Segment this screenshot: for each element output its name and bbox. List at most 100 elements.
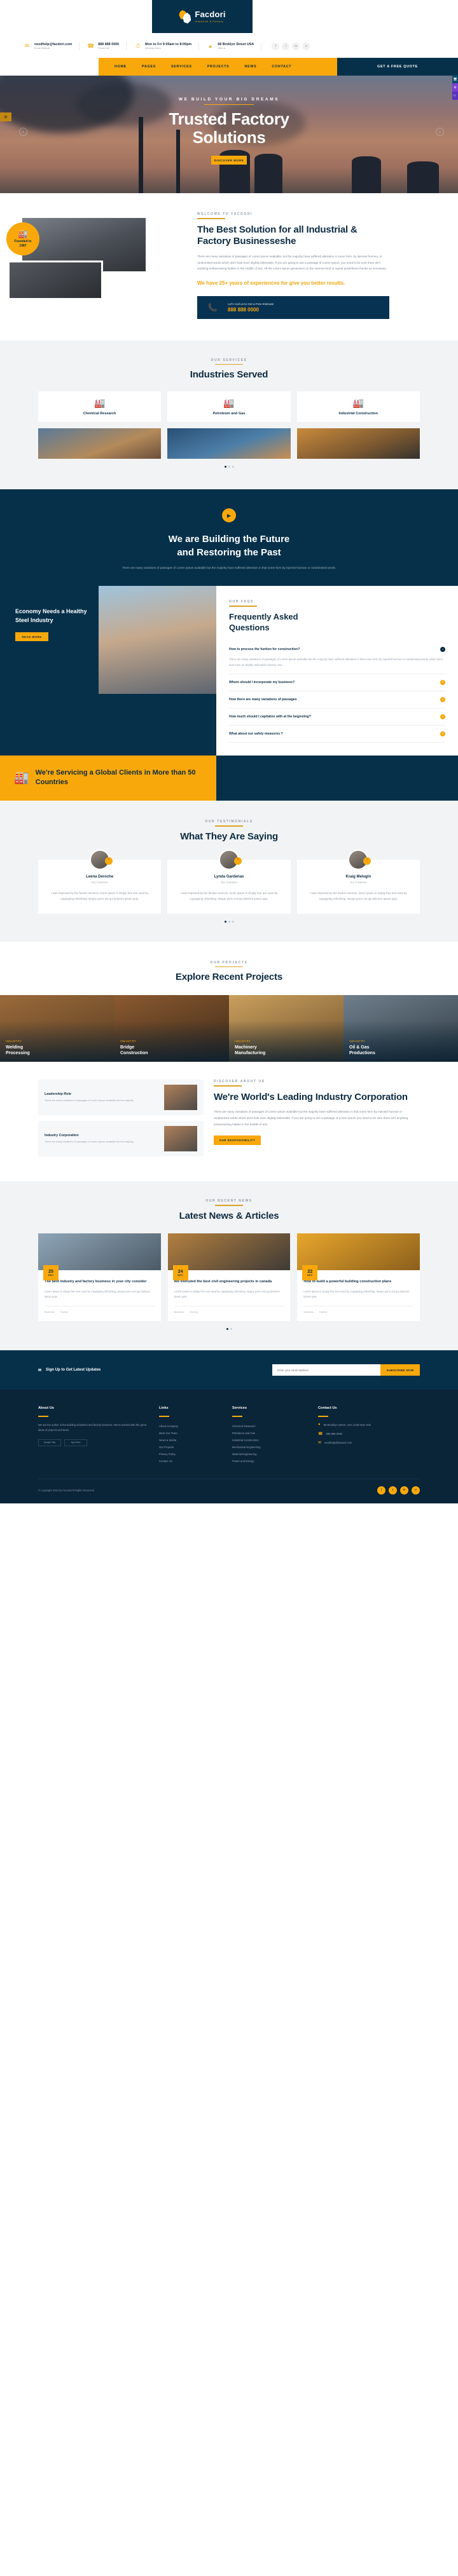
gallery-image[interactable] xyxy=(38,428,162,459)
facebook-icon[interactable]: f xyxy=(272,42,280,50)
news-pagination[interactable] xyxy=(38,1328,420,1331)
plus-icon[interactable]: + xyxy=(440,731,445,736)
gallery-pagination[interactable] xyxy=(38,466,420,468)
plus-icon[interactable]: + xyxy=(440,679,445,685)
footer-about-heading: About Us xyxy=(38,1406,54,1411)
nav-item-projects[interactable]: PROJECTS xyxy=(207,65,230,69)
gallery-image[interactable] xyxy=(167,428,291,459)
leadership-card[interactable]: Industry Corporation There are many vari… xyxy=(38,1121,204,1157)
footer-link[interactable]: About Company xyxy=(159,1423,219,1430)
project-card[interactable]: INDUSTRY Bridge Construction xyxy=(114,995,229,1062)
footer-link[interactable]: Privacy Policy xyxy=(159,1451,219,1458)
twitter-icon[interactable]: t xyxy=(282,42,290,50)
footer-service-link[interactable]: Material Engineering xyxy=(232,1451,305,1458)
dot-2[interactable] xyxy=(230,1328,232,1331)
footer-phone[interactable]: ☎ 888 888 0000 xyxy=(318,1432,420,1436)
faq-item[interactable]: What about our safety measures ? + xyxy=(229,726,445,743)
project-card[interactable]: INDUSTRY Oil & Gas Productions xyxy=(344,995,458,1062)
news-card[interactable]: 22 DEC How to build a powerful building … xyxy=(297,1233,420,1322)
footer-link[interactable]: News & Media xyxy=(159,1437,219,1444)
news-card-title[interactable]: We executed the best civil engineering p… xyxy=(174,1279,284,1284)
facebook-icon[interactable]: f xyxy=(377,1486,385,1495)
dot-2[interactable] xyxy=(228,466,230,468)
info-item-email[interactable]: ✉ needhelp@facdori.com Email address xyxy=(9,42,80,50)
instagram-icon[interactable]: o xyxy=(302,42,310,50)
news-tag[interactable]: Factory xyxy=(60,1311,68,1313)
call-estimate-card[interactable]: 📞 Let's Call us to Get a Free Estimate 8… xyxy=(197,295,389,319)
footer-service-link[interactable]: Power and Energy xyxy=(232,1458,305,1465)
location-icon: ● xyxy=(318,1422,321,1427)
footer-service-link[interactable]: Industrial Construction xyxy=(232,1437,305,1444)
dot-1[interactable] xyxy=(226,1328,228,1331)
dot-3[interactable] xyxy=(232,466,234,468)
linkedin-icon[interactable]: in xyxy=(400,1486,408,1495)
news-tag[interactable]: Factory xyxy=(319,1311,328,1313)
news-card-title[interactable]: The best industry and factory business i… xyxy=(45,1279,155,1284)
side-tab-strip[interactable]: 🖥 ⚙ 🛒 xyxy=(452,75,458,100)
faq-item[interactable]: How much should I capitalize with at the… xyxy=(229,708,445,726)
news-tag[interactable]: Factory xyxy=(190,1311,198,1313)
hero-discover-button[interactable]: DISCOVER MORE xyxy=(211,156,247,165)
dot-3[interactable] xyxy=(232,920,234,923)
minus-icon[interactable]: − xyxy=(440,646,445,652)
phone-label: Phone line xyxy=(98,47,110,50)
nav-item-contact[interactable]: CONTACT xyxy=(272,65,291,69)
info-item-address[interactable]: ● 68 Broklyn Street USA Visit us xyxy=(199,42,262,50)
dot-1[interactable] xyxy=(224,920,226,923)
subscribe-button[interactable]: SUBSCRIBE NOW xyxy=(380,1364,420,1376)
read-more-button[interactable]: READ MORE xyxy=(15,632,48,642)
footer-socials: f t in o xyxy=(377,1486,420,1495)
project-card[interactable]: INDUSTRY Machinery Manufacturing xyxy=(229,995,344,1062)
nav-item-pages[interactable]: PAGES xyxy=(142,65,156,69)
footer-service-link[interactable]: Chemical Research xyxy=(232,1423,305,1430)
industry-card[interactable]: 🏭 Industrial Construction xyxy=(296,391,420,423)
industry-card[interactable]: 🏭 Petroleum and Gas xyxy=(167,391,291,423)
instagram-icon[interactable]: o xyxy=(412,1486,420,1495)
newsletter-email-input[interactable] xyxy=(272,1364,380,1376)
faq-item[interactable]: Where should I incorporate my business? … xyxy=(229,674,445,691)
footer-service-link[interactable]: Petroleum and Gas xyxy=(232,1430,305,1437)
site-logo[interactable]: Facdori Industrial & Factory xyxy=(152,0,253,33)
info-item-phone[interactable]: ☎ 888 888 0000 Phone line xyxy=(80,42,127,50)
industry-card[interactable]: 🏭 Chemical Research xyxy=(38,391,162,423)
nav-item-services[interactable]: SERVICES xyxy=(171,65,192,69)
news-tag[interactable]: Business xyxy=(45,1311,54,1313)
dot-1[interactable] xyxy=(224,466,226,468)
plus-icon[interactable]: + xyxy=(440,714,445,719)
app-store-button[interactable]: App Store xyxy=(64,1439,87,1446)
nav-item-news[interactable]: NEWS xyxy=(244,65,256,69)
news-tag[interactable]: Business xyxy=(303,1311,313,1313)
faq-item[interactable]: How to process the funtion for construct… xyxy=(229,641,445,674)
call-number[interactable]: 888 888 0000 xyxy=(228,307,274,313)
side-tab-settings-icon[interactable]: ⚙ xyxy=(452,83,458,92)
side-tab-cart-icon[interactable]: 🛒 xyxy=(452,92,458,100)
play-video-button[interactable]: ▶ xyxy=(222,508,236,523)
side-tab-demo-icon[interactable]: 🖥 xyxy=(452,75,458,83)
news-card[interactable]: 24 DEC We executed the best civil engine… xyxy=(167,1233,291,1322)
leadership-card[interactable]: Leadership Role There are many variation… xyxy=(38,1080,204,1116)
footer-link[interactable]: Meet Our Team xyxy=(159,1430,219,1437)
linkedin-icon[interactable]: in xyxy=(292,42,300,50)
industries-kicker: OUR SERVICES xyxy=(211,358,247,362)
news-card-title[interactable]: How to build a powerful building constru… xyxy=(303,1279,413,1284)
project-title-line1: Bridge xyxy=(120,1045,135,1050)
get-free-quote-button[interactable]: GET A FREE QUOTE xyxy=(337,58,458,76)
hero-title-line2: Solutions xyxy=(192,128,266,147)
footer-service-link[interactable]: Mechanical Engineering xyxy=(232,1444,305,1451)
projects-kicker: OUR PROJECTS xyxy=(210,960,248,965)
plus-icon[interactable]: + xyxy=(440,696,445,702)
project-card[interactable]: INDUSTRY Welding Processing xyxy=(0,995,114,1062)
twitter-icon[interactable]: t xyxy=(389,1486,397,1495)
gallery-image[interactable] xyxy=(296,428,420,459)
dot-2[interactable] xyxy=(228,920,230,923)
testimonial-pagination[interactable] xyxy=(38,920,420,923)
footer-link[interactable]: Our Projects xyxy=(159,1444,219,1451)
news-tag[interactable]: Business xyxy=(174,1311,184,1313)
nav-item-home[interactable]: HOME xyxy=(114,65,127,69)
footer-email[interactable]: ✉ needhelp@facdori.com xyxy=(318,1441,420,1445)
our-responsibility-button[interactable]: OUR RESPONSIBILITY xyxy=(214,1135,261,1146)
faq-item[interactable]: How there are many variations of passage… xyxy=(229,691,445,708)
google-play-button[interactable]: Google Play xyxy=(38,1439,61,1446)
footer-link[interactable]: Contact Us xyxy=(159,1458,219,1465)
news-card[interactable]: 25 DEC The best industry and factory bus… xyxy=(38,1233,161,1322)
